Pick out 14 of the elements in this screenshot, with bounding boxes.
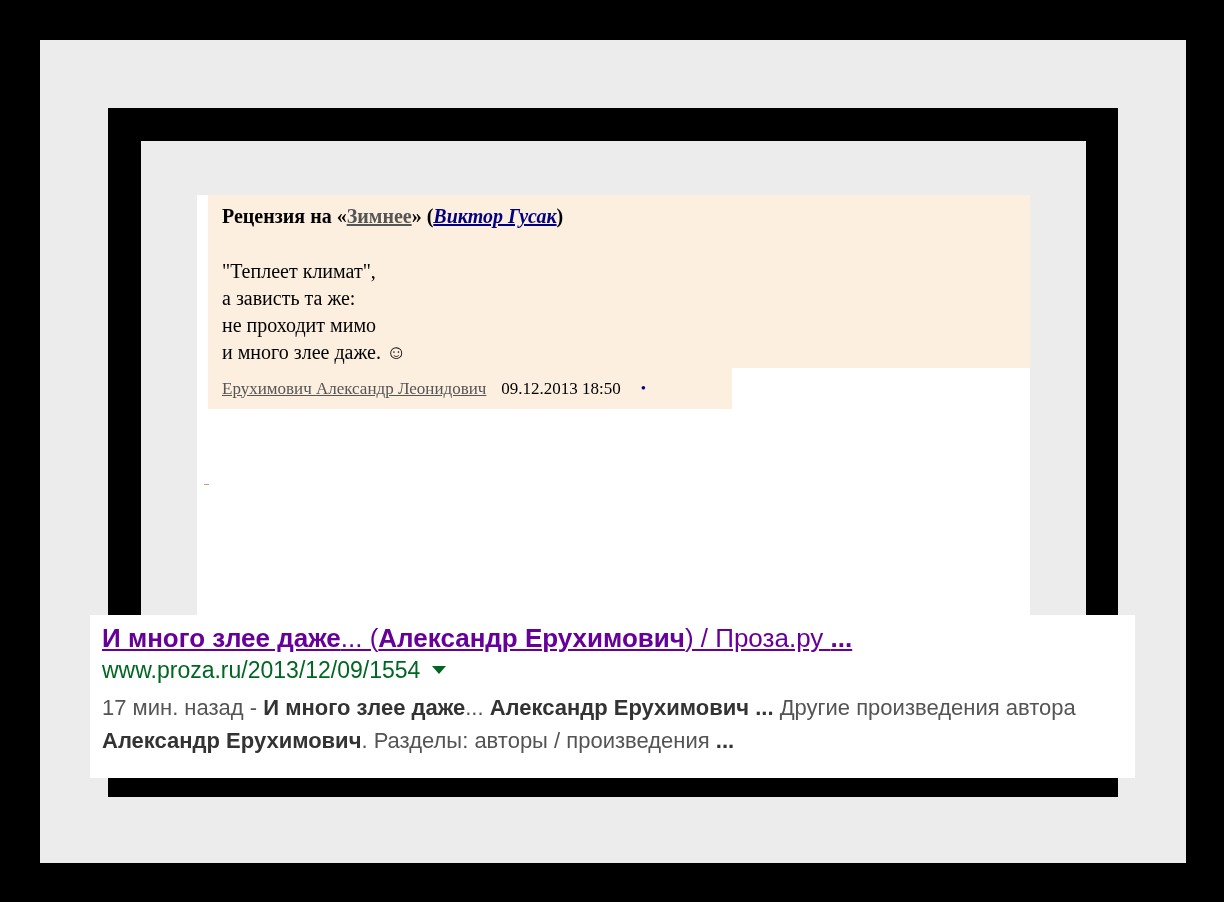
caret-icon[interactable] xyxy=(432,666,447,674)
poem-line: и много злее даже. ☺ xyxy=(222,340,407,366)
author-name-link[interactable]: Виктор Гусак xyxy=(433,205,557,227)
work-link[interactable]: Зимнее xyxy=(346,205,412,227)
review-date: 09.12.2013 18:50 xyxy=(501,378,621,399)
poem-line: а зависть та же: xyxy=(222,286,356,311)
author-link[interactable]: Ерухимович Александр Леонидович xyxy=(222,378,487,399)
result-snippet: 17 мин. назад - И много злее даже... Александр Ерухимович ... Другие произведения автора Александр Ерухимович. Разделы: авторы / произведения ... xyxy=(102,694,1077,755)
result-url: www.proza.ru/2013/12/09/1554 xyxy=(102,656,421,684)
poem-line: "Теплеет климат", xyxy=(222,259,376,284)
result-title-link[interactable]: И много злее даже... (Александр Ерухимович) / Проза.ру ... xyxy=(102,621,853,655)
bullet: • xyxy=(640,380,647,397)
review-heading: Рецензия на «Зимнее» (Виктор Гусак) xyxy=(222,205,565,228)
poem-line: не проходит мимо xyxy=(222,313,377,339)
